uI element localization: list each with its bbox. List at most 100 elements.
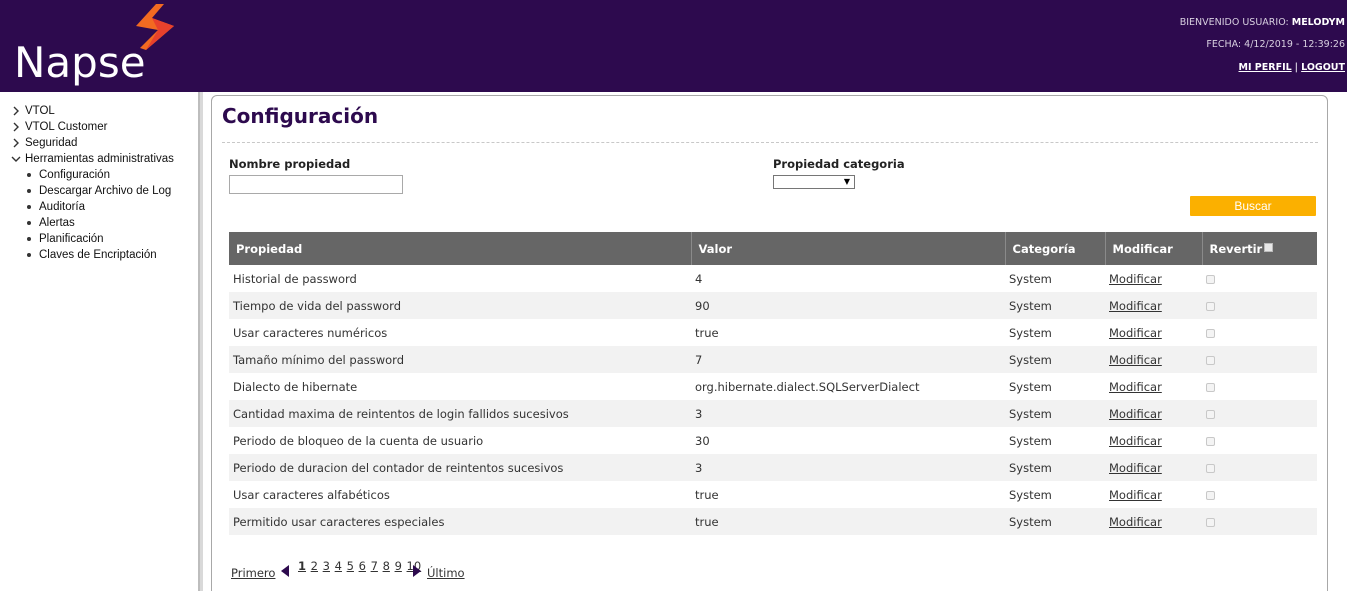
next-page-icon[interactable] (413, 565, 421, 577)
column-header-categoria[interactable]: Categoría (1005, 232, 1106, 265)
cell-categoria: System (1005, 400, 1105, 427)
prev-page-icon[interactable] (281, 565, 289, 577)
column-header-valor[interactable]: Valor (691, 232, 1006, 265)
first-page-link[interactable]: Primero (231, 566, 275, 580)
sidebar-item-vtol-customer[interactable]: VTOL Customer (0, 119, 200, 135)
last-page-link[interactable]: Último (427, 566, 465, 580)
cell-categoria: System (1005, 346, 1105, 373)
cell-propiedad: Tamaño mínimo del password (229, 346, 691, 373)
cell-categoria: System (1009, 325, 1052, 340)
sidebar-subitem-auditoria[interactable]: Auditoría (0, 199, 200, 215)
sidebar-subitem-label: Descargar Archivo de Log (39, 185, 172, 197)
page-link[interactable]: 4 (335, 559, 342, 573)
logo-bolt-icon (136, 4, 174, 50)
cell-modificar: Modificar (1105, 427, 1202, 454)
sidebar-item-herramientas[interactable]: Herramientas administrativas (0, 151, 200, 167)
cell-categoria: System (1005, 508, 1105, 535)
chevron-right-icon (13, 122, 19, 132)
modify-link[interactable]: Modificar (1109, 380, 1162, 394)
bullet-icon (27, 205, 31, 209)
property-name-label: Nombre propiedad (229, 157, 351, 171)
modify-link[interactable]: Modificar (1109, 407, 1162, 421)
revert-checkbox[interactable] (1206, 409, 1215, 419)
page-link-current[interactable]: 1 (298, 559, 306, 573)
search-button[interactable]: Buscar (1190, 196, 1316, 216)
cell-revertir (1202, 346, 1317, 373)
content-panel: Configuración Nombre propiedad Propiedad… (211, 95, 1328, 591)
bullet-icon (27, 173, 31, 177)
modify-link[interactable]: Modificar (1109, 299, 1162, 313)
sidebar-subitem-claves[interactable]: Claves de Encriptación (0, 247, 200, 263)
cell-revertir (1202, 400, 1317, 427)
table-row: Cantidad maxima de reintentos de login f… (229, 400, 1317, 427)
page-link[interactable]: 3 (323, 559, 330, 573)
cell-propiedad: Usar caracteres numéricos (233, 325, 388, 340)
cell-modificar: Modificar (1105, 481, 1202, 508)
cell-modificar: Modificar (1105, 454, 1202, 481)
modify-link[interactable]: Modificar (1109, 353, 1162, 367)
profile-link[interactable]: MI PERFIL (1239, 62, 1292, 73)
sidebar-subitem-configuracion[interactable]: Configuración (0, 167, 200, 183)
revert-checkbox[interactable] (1206, 301, 1215, 311)
modify-link[interactable]: Modificar (1109, 461, 1162, 475)
modify-link[interactable]: Modificar (1109, 434, 1162, 448)
table-row: Periodo de bloqueo de la cuenta de usuar… (229, 427, 1317, 454)
sidebar-subitem-descargar-log[interactable]: Descargar Archivo de Log (0, 183, 200, 199)
modify-link[interactable]: Modificar (1109, 515, 1162, 529)
bullet-icon (27, 189, 31, 193)
cell-valor: 4 (695, 271, 703, 286)
sidebar-item-label: VTOL (25, 105, 55, 117)
revert-checkbox[interactable] (1206, 436, 1215, 446)
page-link[interactable]: 2 (311, 559, 318, 573)
revert-checkbox[interactable] (1206, 274, 1215, 284)
user-info: BIENVENIDO USUARIO: MELODYM FECHA: 4/12/… (1180, 12, 1345, 79)
table-row: Usar caracteres numéricos true System Mo… (229, 319, 1317, 346)
sidebar-item-seguridad[interactable]: Seguridad (0, 135, 200, 151)
properties-table: Propiedad Valor Categoría Modificar Reve… (229, 232, 1317, 535)
revert-checkbox[interactable] (1206, 490, 1215, 500)
sidebar-scrollbar[interactable] (198, 92, 200, 591)
cell-revertir (1202, 319, 1317, 346)
cell-modificar: Modificar (1105, 346, 1202, 373)
table-row: Permitido usar caracteres especiales tru… (229, 508, 1317, 535)
modify-link[interactable]: Modificar (1109, 488, 1162, 502)
page-link[interactable]: 6 (359, 559, 366, 573)
cell-revertir (1202, 373, 1317, 400)
revert-checkbox[interactable] (1206, 463, 1215, 473)
logo-wordmark: Napse (14, 38, 146, 87)
sidebar-subitem-alertas[interactable]: Alertas (0, 215, 200, 231)
revert-checkbox[interactable] (1206, 517, 1215, 527)
logout-link[interactable]: LOGOUT (1301, 62, 1345, 73)
cell-revertir (1202, 292, 1317, 319)
page-link[interactable]: 9 (395, 559, 402, 573)
cell-valor: 7 (691, 346, 1005, 373)
cell-categoria: System (1005, 292, 1105, 319)
sidebar-subitem-planificacion[interactable]: Planificación (0, 231, 200, 247)
cell-revertir (1202, 265, 1317, 292)
page-link[interactable]: 5 (347, 559, 354, 573)
table-row: Historial de password 4 System Modificar (229, 265, 1317, 292)
cell-revertir (1202, 508, 1317, 535)
revert-checkbox[interactable] (1206, 382, 1215, 392)
sidebar-menu: VTOL VTOL Customer Seguridad Herramienta… (0, 92, 200, 167)
property-name-input[interactable] (229, 175, 403, 194)
column-header-propiedad[interactable]: Propiedad (229, 232, 692, 265)
sidebar-item-vtol[interactable]: VTOL (0, 103, 200, 119)
property-category-select[interactable]: ▼ (773, 175, 855, 189)
modify-link[interactable]: Modificar (1109, 272, 1162, 286)
bullet-icon (27, 237, 31, 241)
cell-revertir (1202, 481, 1317, 508)
cell-modificar: Modificar (1105, 400, 1202, 427)
select-all-checkbox[interactable] (1264, 242, 1274, 252)
table-row: Periodo de duracion del contador de rein… (229, 454, 1317, 481)
revert-checkbox[interactable] (1206, 328, 1215, 338)
sidebar-subitem-label: Auditoría (39, 201, 86, 213)
cell-valor: 3 (691, 400, 1005, 427)
sidebar-subitem-label: Configuración (39, 169, 110, 181)
modify-link[interactable]: Modificar (1109, 326, 1162, 340)
page-link[interactable]: 8 (383, 559, 390, 573)
cell-propiedad: Usar caracteres alfabéticos (233, 487, 390, 502)
revert-checkbox[interactable] (1206, 355, 1215, 365)
cell-categoria: System (1009, 487, 1052, 502)
page-link[interactable]: 7 (371, 559, 378, 573)
